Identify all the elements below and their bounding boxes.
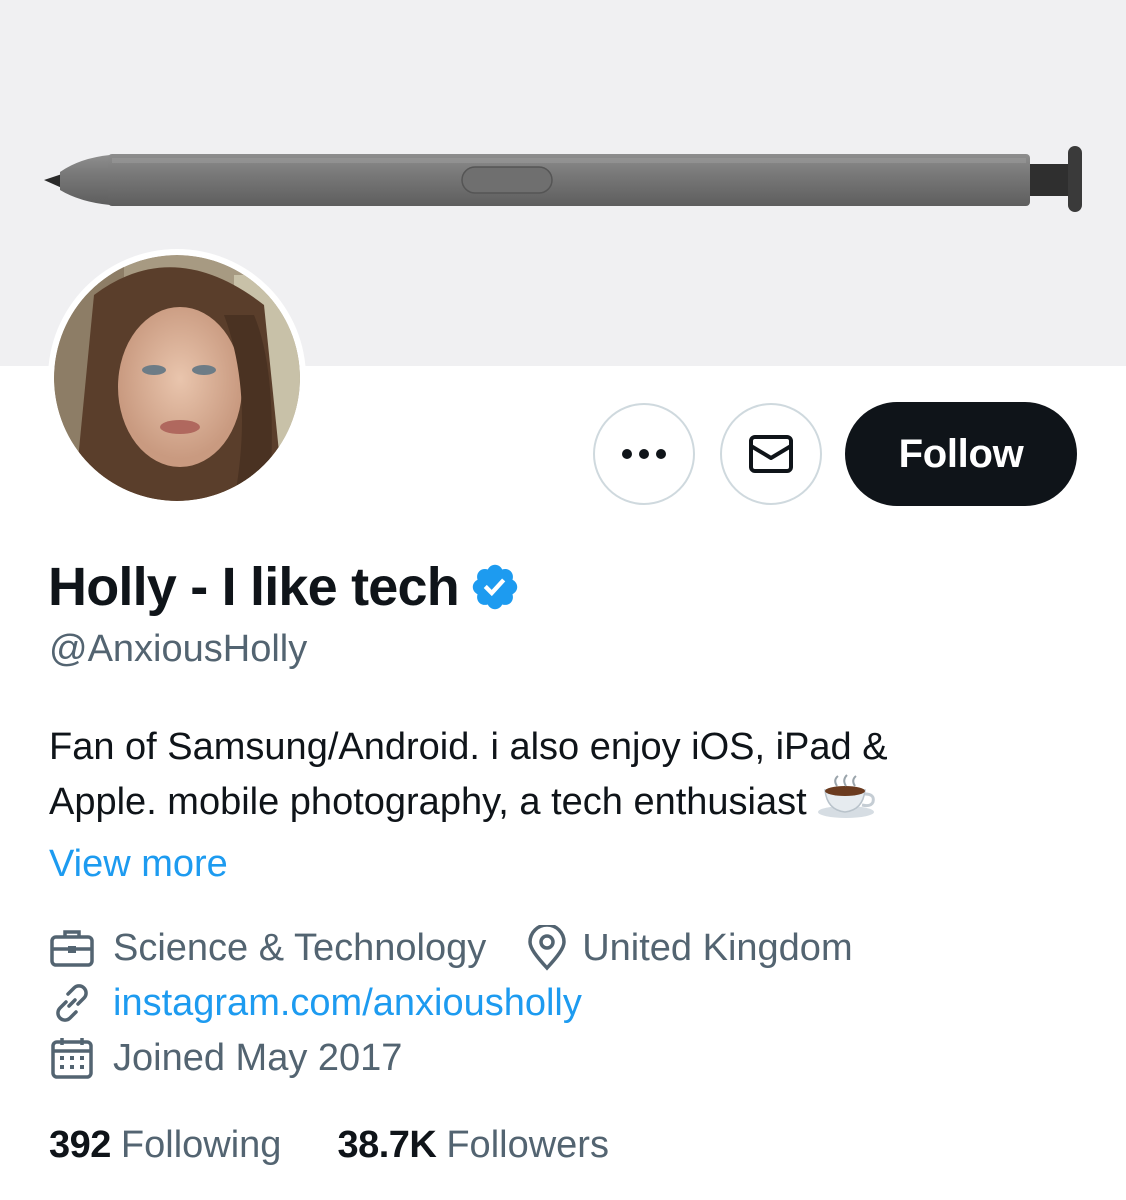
following-count: 392 xyxy=(49,1124,111,1166)
following-label: Following xyxy=(120,1124,282,1166)
hot-beverage-icon xyxy=(815,774,877,835)
profile-avatar[interactable] xyxy=(48,249,306,507)
more-options-button[interactable] xyxy=(593,403,695,505)
profile-name-row: Holly - I like tech xyxy=(48,552,521,622)
briefcase-icon xyxy=(49,925,99,971)
profile-handle: @AnxiousHolly xyxy=(49,628,308,670)
link-icon xyxy=(49,980,99,1026)
profile-category: Science & Technology xyxy=(113,926,487,969)
followers-link[interactable]: 38.7K Followers xyxy=(337,1124,609,1167)
profile-bio: Fan of Samsung/Android. i also enjoy iOS… xyxy=(49,720,1049,835)
profile-joined-date: Joined May 2017 xyxy=(113,1036,403,1079)
avatar-photo xyxy=(54,255,300,501)
verified-badge-icon[interactable] xyxy=(469,561,521,613)
followers-label: Followers xyxy=(446,1124,609,1166)
location-group: United Kingdom xyxy=(526,925,853,971)
profile-website-link[interactable]: instagram.com/anxiousholly xyxy=(113,982,582,1025)
profile-location: United Kingdom xyxy=(582,926,853,969)
display-name: Holly - I like tech xyxy=(48,557,460,617)
more-horizontal-icon xyxy=(622,449,666,459)
bio-line-2: Apple. mobile photography, a tech enthus… xyxy=(49,774,1049,835)
message-button[interactable] xyxy=(720,403,822,505)
following-link[interactable]: 392 Following xyxy=(49,1124,281,1167)
bio-line-1: Fan of Samsung/Android. i also enjoy iOS… xyxy=(49,726,888,768)
calendar-icon xyxy=(49,1035,99,1081)
follow-button[interactable]: Follow xyxy=(845,402,1077,506)
profile-joined-row: Joined May 2017 xyxy=(49,1035,402,1081)
envelope-icon xyxy=(749,435,793,473)
profile-meta-row: Science & Technology United Kingdom xyxy=(49,925,853,971)
followers-count: 38.7K xyxy=(337,1124,437,1166)
location-pin-icon xyxy=(526,925,576,971)
profile-website-row: instagram.com/anxiousholly xyxy=(49,980,582,1026)
profile-stats: 392 Following 38.7K Followers xyxy=(49,1124,609,1167)
view-more-link[interactable]: View more xyxy=(49,843,228,886)
